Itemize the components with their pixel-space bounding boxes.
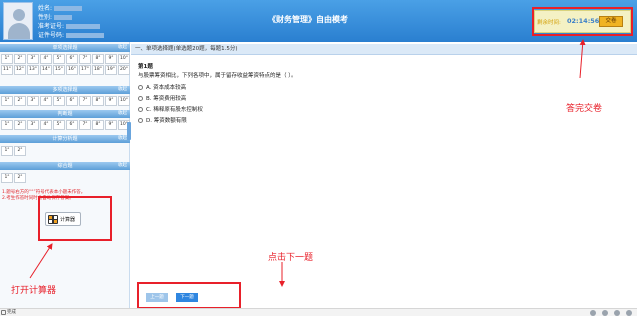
radio-icon[interactable] — [138, 85, 143, 90]
question-button[interactable]: 4° — [40, 54, 52, 64]
submit-hint-text: 答完交卷 — [566, 104, 603, 114]
question-button[interactable]: 6° — [66, 120, 78, 130]
exam-title: 《财务管理》自由模考 — [268, 15, 348, 24]
option-label: A. 资本成本较高 — [146, 85, 187, 91]
question-button[interactable]: 10° — [118, 54, 130, 64]
question-button[interactable]: 1° — [1, 54, 13, 64]
section-header-true-false[interactable]: 判断题 收起 — [0, 110, 130, 118]
question-button[interactable]: 2° — [14, 146, 26, 156]
avatar — [3, 2, 33, 40]
collapse-toggle[interactable]: 收起 — [118, 86, 127, 94]
collapse-toggle[interactable]: 收起 — [118, 44, 127, 52]
question-button[interactable]: 6° — [66, 54, 78, 64]
question-button[interactable]: 20° — [118, 65, 130, 75]
question-button[interactable]: 1° — [1, 173, 13, 183]
section-title: 多项选择题 — [52, 87, 78, 93]
section-title: 计算分析题 — [52, 136, 78, 142]
nav-highlight-box — [137, 282, 241, 309]
question-button[interactable]: 15° — [53, 65, 65, 75]
radio-icon[interactable] — [138, 107, 143, 112]
option-label: B. 筹资费用较高 — [146, 96, 187, 102]
section-heading: 一、单项选择题(单选题20题，每题1.5分) — [131, 44, 637, 55]
question-button[interactable]: 1° — [1, 96, 13, 106]
question-button[interactable]: 5° — [53, 96, 65, 106]
settings-icon — [614, 310, 620, 316]
question-button[interactable]: 9° — [105, 54, 117, 64]
radio-icon[interactable] — [138, 118, 143, 123]
question-button[interactable]: 4° — [40, 96, 52, 106]
question-button[interactable]: 5° — [53, 120, 65, 130]
question-button[interactable]: 8° — [92, 120, 104, 130]
question-button[interactable]: 17° — [79, 65, 91, 75]
question-button[interactable]: 2° — [14, 173, 26, 183]
question-button[interactable]: 1° — [1, 146, 13, 156]
section-header-comprehensive[interactable]: 综合题 收起 — [0, 162, 130, 170]
section-header-single-choice[interactable]: 单项选择题 收起 — [0, 44, 130, 52]
question-button[interactable]: 3° — [27, 54, 39, 64]
radio-icon[interactable] — [138, 96, 143, 101]
question-navigator: 单项选择题 收起 1° 2° 3° 4° 5° 6° 7° 8° 9° 10° … — [0, 42, 130, 308]
option-c[interactable]: C. 稀释原有股东控制权 — [138, 105, 203, 113]
question-button[interactable]: 16° — [66, 65, 78, 75]
status-bar: 完成 — [0, 308, 637, 316]
question-button[interactable]: 12° — [14, 65, 26, 75]
collapse-toggle[interactable]: 收起 — [118, 162, 127, 170]
section-header-calculation[interactable]: 计算分析题 收起 — [0, 135, 130, 143]
calculator-highlight-box — [38, 196, 112, 241]
info-name-row: 姓名: — [38, 3, 83, 12]
option-d[interactable]: D. 筹资数额有限 — [138, 116, 187, 124]
question-button[interactable]: 10° — [118, 96, 130, 106]
submit-highlight-box — [532, 7, 633, 36]
question-button[interactable]: 9° — [105, 120, 117, 130]
collapse-toggle[interactable]: 收起 — [118, 110, 127, 118]
question-button[interactable]: 5° — [53, 54, 65, 64]
question-button[interactable]: 2° — [14, 120, 26, 130]
question-button[interactable]: 14° — [40, 65, 52, 75]
section-header-multiple-choice[interactable]: 多项选择题 收起 — [0, 86, 130, 94]
question-number: 第1题 — [138, 64, 153, 70]
section-title: 综合题 — [57, 163, 73, 169]
question-button[interactable]: 19° — [105, 65, 117, 75]
question-button[interactable]: 11° — [1, 65, 13, 75]
network-icon — [590, 310, 596, 316]
option-label: D. 筹资数额有限 — [146, 118, 187, 124]
question-button[interactable]: 4° — [40, 120, 52, 130]
question-button[interactable]: 8° — [92, 96, 104, 106]
next-hint-text: 点击下一题 — [268, 253, 314, 263]
question-button[interactable]: 2° — [14, 54, 26, 64]
section-title: 判断题 — [57, 111, 73, 117]
status-text: 完成 — [7, 310, 16, 315]
question-button[interactable]: 9° — [105, 96, 117, 106]
section-title: 单项选择题 — [52, 45, 78, 51]
question-button[interactable]: 8° — [92, 54, 104, 64]
info-id-row: 证件号码: — [38, 30, 105, 39]
question-button[interactable]: 18° — [92, 65, 104, 75]
question-button[interactable]: 2° — [14, 96, 26, 106]
calculator-hint-text: 打开计算器 — [11, 286, 57, 296]
collapse-toggle[interactable]: 收起 — [118, 135, 127, 143]
question-button[interactable]: 1° — [1, 120, 13, 130]
volume-icon — [626, 310, 632, 316]
security-icon — [602, 310, 608, 316]
option-a[interactable]: A. 资本成本较高 — [138, 83, 186, 91]
page-icon — [1, 310, 6, 315]
question-button[interactable]: 6° — [66, 96, 78, 106]
question-stem: 与股票筹资相比，下列各项中，属于留存收益筹资特点的是（ ）。 — [138, 73, 297, 79]
question-panel: 一、单项选择题(单选题20题，每题1.5分) 第1题 与股票筹资相比，下列各项中… — [131, 42, 637, 308]
info-admission-row: 准考证号: — [38, 21, 101, 30]
question-button[interactable]: 3° — [27, 96, 39, 106]
exam-window: 姓名: 性别: 准考证号: 证件号码: 《财务管理》自由模考 剩余时间: 02:… — [0, 0, 637, 316]
info-gender-row: 性别: — [38, 12, 73, 21]
option-b[interactable]: B. 筹资费用较高 — [138, 94, 186, 102]
question-button[interactable]: 7° — [79, 96, 91, 106]
question-button[interactable]: 7° — [79, 54, 91, 64]
option-label: C. 稀释原有股东控制权 — [146, 107, 203, 113]
question-button[interactable]: 13° — [27, 65, 39, 75]
question-button[interactable]: 3° — [27, 120, 39, 130]
question-button[interactable]: 7° — [79, 120, 91, 130]
